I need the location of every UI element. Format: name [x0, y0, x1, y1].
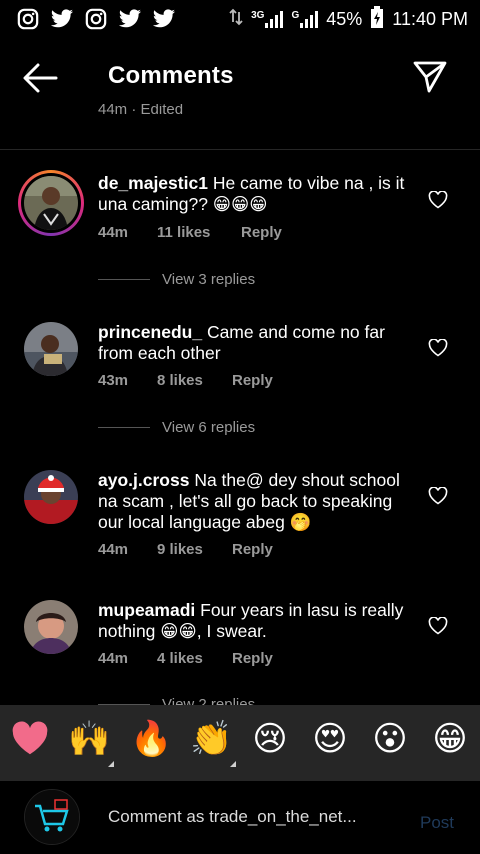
- comment-time: 44m: [98, 224, 129, 241]
- emoji-surprised-button[interactable]: 😮: [370, 719, 410, 759]
- grinning-face-icon: 😁: [432, 720, 468, 758]
- comment-likes[interactable]: 8 likes: [157, 372, 232, 389]
- surprised-face-icon: 😮: [372, 720, 408, 758]
- network-type-1: 3G: [251, 10, 265, 21]
- share-button[interactable]: [412, 58, 452, 96]
- comment-meta: 44m 4 likes Reply: [98, 650, 273, 667]
- replies-line: [98, 427, 150, 428]
- page-title: Comments: [108, 62, 234, 89]
- emoji-quick-bar: 🙌 🔥 👏 😢 😍 😮 😁: [0, 705, 480, 781]
- avatar[interactable]: [24, 470, 78, 524]
- caption-divider: [0, 149, 480, 150]
- fire-icon: 🔥: [130, 720, 173, 758]
- comment-meta: 44m 9 likes Reply: [98, 541, 273, 558]
- signal-3g-icon: 3G: [251, 10, 284, 28]
- emoji-raised-hands-button[interactable]: 🙌: [68, 719, 114, 767]
- twitter-icon: [50, 7, 74, 31]
- comment-composer: Comment as trade_on_the_net... Post: [0, 781, 480, 854]
- reply-button[interactable]: Reply: [232, 541, 273, 558]
- twitter-icon: [118, 7, 142, 31]
- back-button[interactable]: [22, 60, 62, 96]
- instagram-icon: [16, 7, 40, 31]
- like-heart-icon[interactable]: [428, 616, 448, 635]
- reply-button[interactable]: Reply: [241, 224, 282, 241]
- emoji-heart-button[interactable]: [10, 719, 50, 759]
- like-heart-icon[interactable]: [428, 338, 448, 357]
- like-heart-icon[interactable]: [428, 486, 448, 505]
- reply-button[interactable]: Reply: [232, 372, 273, 389]
- comment-body: princenedu_ Came and come no far from ea…: [98, 322, 408, 364]
- data-transfer-icon: [229, 8, 243, 31]
- avatar: [24, 176, 78, 230]
- view-replies-label: View 3 replies: [162, 271, 256, 288]
- header-bar: Comments: [0, 44, 480, 110]
- comment-username[interactable]: mupeamadi: [98, 600, 195, 620]
- avatar[interactable]: [24, 322, 78, 376]
- battery-percent: 45%: [326, 8, 363, 29]
- comment-username[interactable]: ayo.j.cross: [98, 470, 189, 490]
- system-status: 3G G 45% 11:40 PM: [229, 0, 468, 38]
- status-bar: 3G G 45% 11:40 PM: [0, 0, 480, 38]
- comment-time: 44m: [98, 650, 129, 667]
- avatar: [24, 789, 80, 845]
- comment-meta: 43m 8 likes Reply: [98, 372, 273, 389]
- comment-likes[interactable]: 11 likes: [157, 224, 241, 241]
- comment-input[interactable]: Comment as trade_on_the_net...: [108, 807, 357, 827]
- crying-face-icon: 😢: [252, 720, 288, 758]
- emoji-heart-eyes-button[interactable]: 😍: [310, 719, 350, 759]
- instagram-icon: [84, 7, 108, 31]
- clapping-hands-icon: 👏: [190, 720, 233, 758]
- raised-hands-icon: 🙌: [68, 720, 111, 758]
- shopping-cart-logo-icon: [25, 790, 79, 844]
- signal-g-icon: G: [291, 10, 319, 28]
- network-type-2: G: [291, 10, 300, 21]
- post-button[interactable]: Post: [420, 813, 454, 833]
- view-replies-label: View 6 replies: [162, 419, 256, 436]
- battery-charging-icon: [370, 5, 384, 33]
- emoji-fire-button[interactable]: 🔥: [130, 719, 173, 759]
- avatar[interactable]: [24, 600, 78, 654]
- reply-button[interactable]: Reply: [232, 650, 273, 667]
- comment-likes[interactable]: 4 likes: [157, 650, 232, 667]
- view-replies-button[interactable]: View 6 replies: [98, 419, 255, 436]
- notification-icons: [0, 7, 176, 31]
- comment-likes[interactable]: 9 likes: [157, 541, 232, 558]
- comment-body: ayo.j.cross Na the@ dey shout school na …: [98, 470, 408, 533]
- emoji-clap-button[interactable]: 👏: [190, 719, 236, 767]
- caption-meta-partial: 44m · Edited: [98, 104, 184, 118]
- comment-time: 44m: [98, 541, 129, 558]
- back-arrow-icon: [23, 63, 58, 93]
- comment-username[interactable]: de_majestic1: [98, 173, 208, 193]
- heart-eyes-icon: 😍: [312, 720, 348, 758]
- comment-body: mupeamadi Four years in lasu is really n…: [98, 600, 408, 642]
- view-replies-button[interactable]: View 3 replies: [98, 271, 255, 288]
- comment-meta: 44m 11 likes Reply: [98, 224, 282, 241]
- twitter-icon: [152, 7, 176, 31]
- comment-time: 43m: [98, 372, 129, 389]
- paper-plane-icon: [413, 61, 447, 93]
- comment-username[interactable]: princenedu_: [98, 322, 202, 342]
- clock: 11:40 PM: [392, 8, 468, 29]
- avatar-story-ring[interactable]: [18, 170, 84, 236]
- comment-body: de_majestic1 He came to vibe na , is it …: [98, 173, 408, 215]
- like-heart-icon[interactable]: [428, 190, 448, 209]
- emoji-grin-button[interactable]: 😁: [430, 719, 470, 759]
- replies-line: [98, 279, 150, 280]
- emoji-crying-button[interactable]: 😢: [250, 719, 290, 759]
